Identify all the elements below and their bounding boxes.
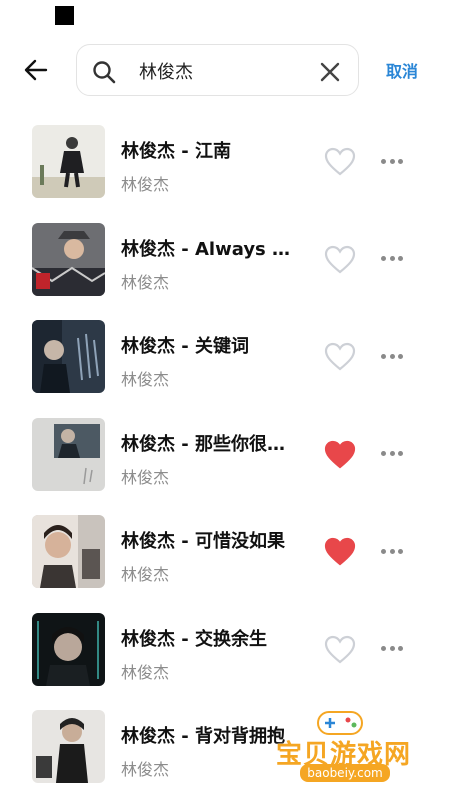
more-dot [389, 451, 395, 456]
song-list: 林俊杰 - 江南 林俊杰 林俊杰 - Always Online 林俊杰 [0, 121, 450, 800]
list-item[interactable]: 林俊杰 - 交换余生 林俊杰 [0, 609, 450, 707]
search-box[interactable] [76, 44, 359, 96]
more-dot [389, 158, 395, 164]
song-artist: 林俊杰 [121, 272, 170, 292]
song-title: 林俊杰 - 那些你很冒险的梦 [121, 433, 303, 455]
close-icon[interactable] [317, 59, 343, 85]
more-dots-icon [381, 646, 386, 651]
more-dot [398, 256, 403, 261]
song-artist: 林俊杰 [121, 760, 170, 779]
more-options-button[interactable] [378, 444, 406, 464]
song-title: 林俊杰 - 关键词 [121, 336, 250, 357]
more-dots-icon [381, 451, 386, 456]
more-dot [398, 353, 403, 359]
back-button[interactable] [18, 52, 54, 88]
more-options-button[interactable] [378, 249, 406, 269]
status-indicator [55, 6, 74, 25]
heart-icon[interactable] [324, 635, 356, 665]
more-dot [398, 158, 403, 164]
list-item[interactable]: 林俊杰 - 那些你很冒险的梦 林俊杰 [0, 414, 450, 512]
song-artist: 林俊杰 [121, 175, 170, 194]
heart-icon[interactable] [324, 342, 356, 372]
more-dots-icon [381, 353, 386, 359]
album-cover [32, 515, 105, 588]
list-item[interactable]: 林俊杰 - 江南 林俊杰 [0, 121, 450, 219]
more-dot [398, 451, 403, 456]
song-artist: 林俊杰 [121, 467, 170, 487]
more-dots-icon [381, 256, 386, 261]
arrow-left-icon [24, 59, 48, 81]
song-title: 林俊杰 - Always Online [121, 238, 303, 260]
album-cover [32, 612, 105, 686]
album-cover [32, 710, 105, 783]
album-cover [32, 222, 105, 296]
song-title: 林俊杰 - 可惜没如果 [121, 531, 286, 552]
more-options-button[interactable] [378, 541, 406, 561]
watermark-url: baobeiy.com [300, 764, 390, 782]
song-title: 林俊杰 - 交换余生 [121, 628, 268, 650]
status-bar [0, 0, 450, 30]
watermark-logo: 宝贝游戏网 baobeiy.com [270, 704, 450, 800]
more-dot [389, 256, 395, 261]
more-dot [389, 646, 395, 651]
list-item[interactable]: 林俊杰 - 可惜没如果 林俊杰 [0, 511, 450, 609]
cancel-button[interactable]: 取消 [386, 58, 418, 82]
more-dot [398, 646, 403, 651]
list-item[interactable]: 林俊杰 - Always Online 林俊杰 [0, 219, 450, 317]
album-cover [32, 125, 105, 198]
album-cover [32, 320, 105, 393]
more-dot [389, 353, 395, 359]
more-dots-icon [381, 548, 386, 554]
more-options-button[interactable] [378, 151, 406, 171]
song-title: 林俊杰 - 江南 [121, 141, 232, 162]
more-options-button[interactable] [378, 346, 406, 366]
song-artist: 林俊杰 [121, 370, 170, 389]
search-input[interactable] [139, 57, 309, 85]
song-artist: 林俊杰 [121, 662, 170, 682]
list-item[interactable]: 林俊杰 - 关键词 林俊杰 [0, 316, 450, 414]
search-header: 取消 [0, 42, 450, 98]
heart-icon[interactable] [324, 537, 356, 567]
heart-icon[interactable] [324, 440, 356, 470]
song-artist: 林俊杰 [121, 565, 170, 584]
heart-icon[interactable] [324, 147, 356, 177]
heart-icon[interactable] [324, 245, 356, 275]
search-icon [93, 61, 116, 84]
more-dot [398, 548, 403, 554]
more-dot [389, 548, 395, 554]
album-cover [32, 417, 105, 491]
more-dots-icon [381, 158, 386, 164]
more-options-button[interactable] [378, 639, 406, 659]
